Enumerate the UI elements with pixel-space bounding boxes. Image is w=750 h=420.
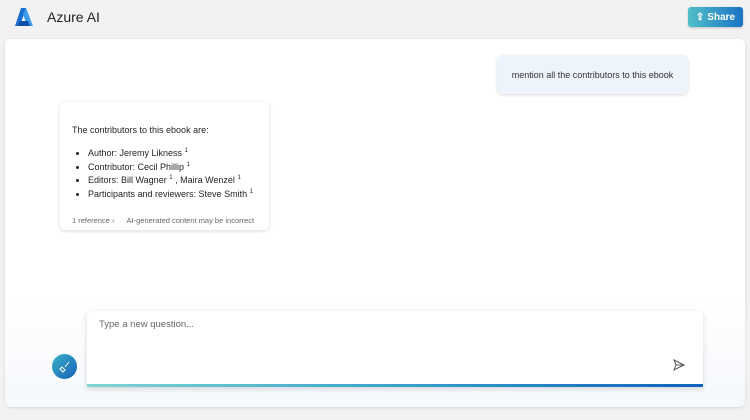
share-button[interactable]: ⇪ Share (688, 7, 743, 27)
app-title: Azure AI (47, 9, 100, 25)
clear-chat-button[interactable] (52, 354, 77, 379)
list-item: Contributor: Cecil Phillip 1 (88, 160, 253, 174)
user-message: mention all the contributors to this ebo… (497, 55, 688, 94)
disclaimer: AI-generated content may be incorrect (126, 216, 255, 225)
share-icon: ⇪ (695, 11, 705, 23)
citation[interactable]: 1 (169, 175, 172, 181)
header: Azure AI ⇪ Share (0, 0, 750, 36)
input-accent-bar (87, 384, 703, 387)
citation[interactable]: 1 (187, 162, 190, 168)
list-item: Author: Jeremy Likness 1 (88, 146, 253, 160)
user-message-text: mention all the contributors to this ebo… (511, 69, 674, 80)
chevron-right-icon: › (112, 216, 115, 225)
references-toggle[interactable]: 1 reference › (72, 216, 115, 225)
contributor-list: Author: Jeremy Likness 1 Contributor: Ce… (88, 146, 253, 200)
send-icon[interactable] (672, 358, 686, 372)
broom-icon (58, 361, 69, 373)
list-item: Participants and reviewers: Steve Smith … (88, 187, 253, 201)
assistant-answer: The contributors to this ebook are: Auth… (60, 102, 269, 230)
citation[interactable]: 1 (185, 148, 188, 154)
question-box (87, 311, 703, 387)
share-label: Share (707, 11, 736, 23)
list-item: Editors: Bill Wagner 1 , Maira Wenzel 1 (88, 173, 253, 187)
answer-intro: The contributors to this ebook are: (72, 125, 209, 135)
answer-footer: 1 reference › AI-generated content may b… (72, 216, 254, 225)
azure-logo-icon (15, 8, 33, 26)
citation[interactable]: 1 (250, 189, 253, 195)
citation[interactable]: 1 (237, 175, 240, 181)
question-input[interactable] (99, 319, 659, 330)
